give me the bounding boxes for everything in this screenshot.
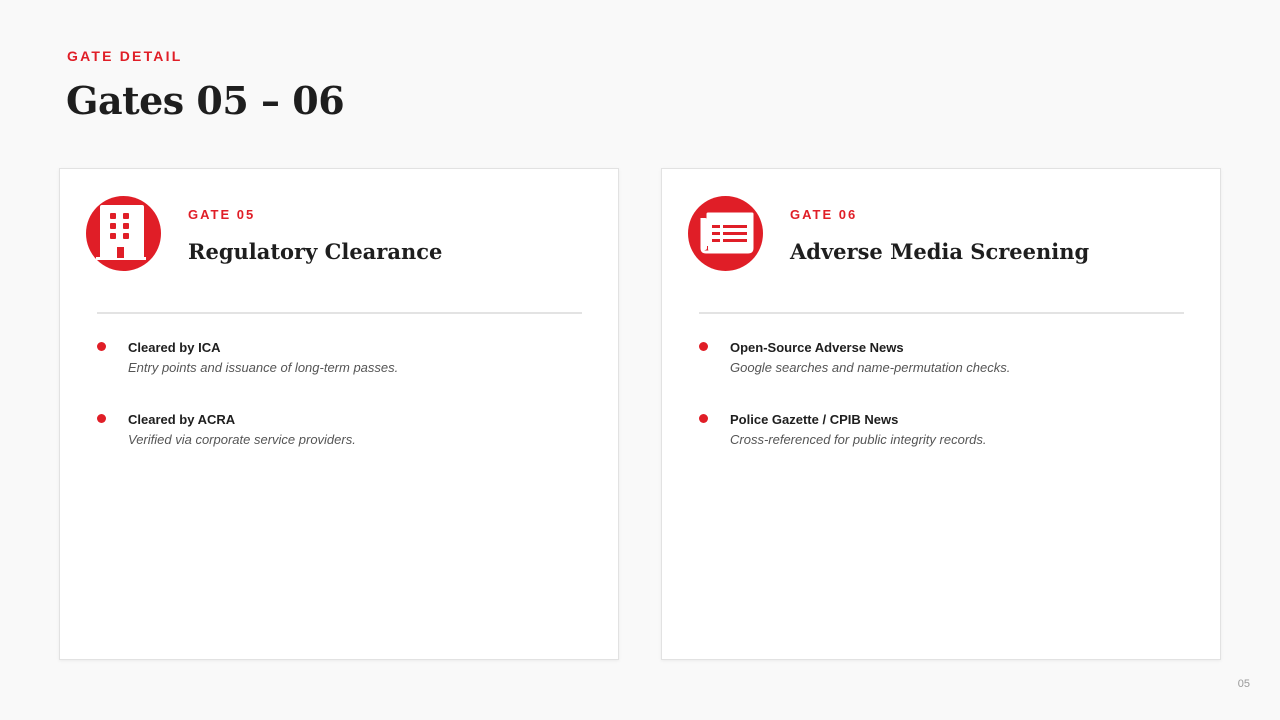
bullet-dot-icon <box>699 342 708 351</box>
building-icon <box>86 196 161 271</box>
newspaper-icon <box>688 196 763 271</box>
bullet-dot-icon <box>699 414 708 423</box>
list-item-description: Verified via corporate service providers… <box>128 432 356 447</box>
gate-label: GATE 05 <box>188 207 256 222</box>
list-item-title: Cleared by ICA <box>128 340 221 355</box>
page-title: Gates 05 – 06 <box>66 78 345 123</box>
list-item-title: Police Gazette / CPIB News <box>730 412 899 427</box>
gate-title: Adverse Media Screening <box>790 239 1090 264</box>
gate-title: Regulatory Clearance <box>188 239 443 264</box>
gate-card-05: GATE 05 Regulatory Clearance Cleared by … <box>59 168 619 660</box>
gate-label: GATE 06 <box>790 207 858 222</box>
list-item-title: Open-Source Adverse News <box>730 340 904 355</box>
section-eyebrow: GATE DETAIL <box>67 48 183 64</box>
bullet-dot-icon <box>97 414 106 423</box>
gate-card-06: GATE 06 Adverse Media Screening Open-Sou… <box>661 168 1221 660</box>
list-item-title: Cleared by ACRA <box>128 412 236 427</box>
list-item-description: Google searches and name-permutation che… <box>730 360 1011 375</box>
list-item-description: Cross-referenced for public integrity re… <box>730 432 987 447</box>
list-item-description: Entry points and issuance of long-term p… <box>128 360 399 375</box>
card-divider <box>699 312 1184 314</box>
card-divider <box>97 312 582 314</box>
bullet-dot-icon <box>97 342 106 351</box>
page-number: 05 <box>1237 678 1250 690</box>
